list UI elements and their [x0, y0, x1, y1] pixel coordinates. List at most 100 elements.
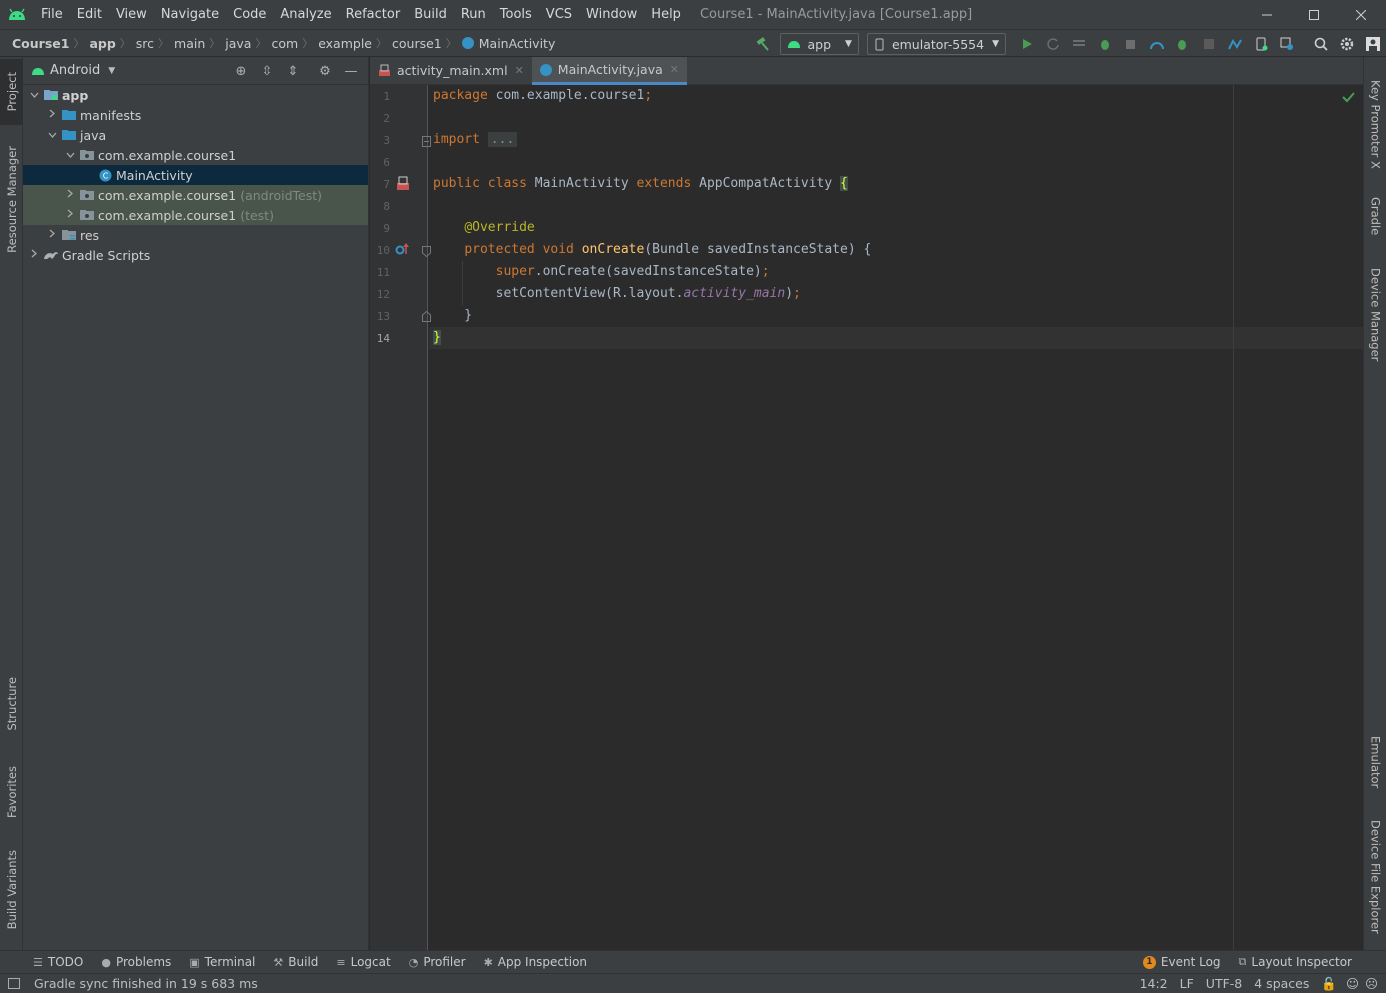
toggle-tool-windows-icon[interactable] [8, 978, 20, 989]
tool-logcat[interactable]: ≡ Logcat [327, 955, 399, 969]
menu-window[interactable]: Window [579, 0, 644, 29]
sync-gradle-icon[interactable] [1222, 30, 1248, 58]
breadcrumb-item[interactable]: com 〉 [271, 35, 318, 51]
hide-panel-icon[interactable]: — [338, 64, 364, 79]
override-method-icon[interactable] [395, 243, 411, 257]
tab-main-activity-java[interactable]: MainActivity.java ✕ [531, 57, 687, 85]
tool-event-log[interactable]: 1 Event Log [1134, 955, 1230, 969]
menu-help[interactable]: Help [644, 0, 688, 29]
indent-setting[interactable]: 4 spaces [1248, 976, 1315, 991]
no-problems-check-icon[interactable] [1342, 91, 1355, 103]
breadcrumb-item[interactable]: src 〉 [136, 35, 174, 51]
close-window-button[interactable] [1338, 0, 1384, 29]
run-icon[interactable] [1014, 30, 1040, 58]
menu-view[interactable]: View [109, 0, 154, 29]
sdk-manager-icon[interactable] [1274, 30, 1300, 58]
menu-code[interactable]: Code [226, 0, 273, 29]
chevron-down-icon[interactable] [27, 90, 41, 101]
attach-process-icon[interactable] [1170, 30, 1196, 58]
rerun-icon[interactable] [1040, 30, 1066, 58]
tree-item[interactable]: manifests [23, 105, 368, 125]
close-tab-icon[interactable]: ✕ [670, 63, 679, 76]
breadcrumb-item[interactable]: MainActivity [461, 36, 555, 51]
tool-build[interactable]: ⚒ Build [264, 955, 327, 969]
folded-imports[interactable]: ... [487, 132, 518, 147]
chevron-right-icon[interactable] [63, 189, 77, 201]
tree-item[interactable]: com.example.course1 (androidTest) [23, 185, 368, 205]
breadcrumb-item[interactable]: main 〉 [174, 35, 225, 51]
minimize-button[interactable] [1244, 0, 1290, 29]
search-icon[interactable] [1308, 30, 1334, 58]
tab-favorites[interactable]: Favorites [0, 757, 23, 827]
profile-icon[interactable] [1144, 30, 1170, 58]
tool-problems[interactable]: ● Problems [92, 955, 180, 969]
project-view-select[interactable]: Android [50, 63, 100, 78]
tab-build-variants[interactable]: Build Variants [0, 845, 23, 935]
breadcrumb-item[interactable]: java 〉 [225, 35, 271, 51]
chevron-down-icon[interactable] [63, 150, 77, 161]
status-message[interactable]: Gradle sync finished in 19 s 683 ms [28, 976, 264, 991]
menu-build[interactable]: Build [407, 0, 454, 29]
tree-item[interactable]: com.example.course1 (test) [23, 205, 368, 225]
locate-icon[interactable]: ⊕ [228, 64, 254, 79]
menu-navigate[interactable]: Navigate [154, 0, 226, 29]
breadcrumb-item[interactable]: Course1 〉 [12, 35, 89, 51]
tab-key-promoter-x[interactable]: Key Promoter X [1364, 67, 1386, 182]
tab-structure[interactable]: Structure [0, 669, 23, 739]
attach-debugger-icon[interactable] [1118, 30, 1144, 58]
tool-profiler[interactable]: ◔ Profiler [400, 955, 475, 969]
tree-item[interactable]: com.example.course1 [23, 145, 368, 165]
file-encoding[interactable]: UTF-8 [1200, 976, 1248, 991]
gear-icon[interactable] [1334, 30, 1360, 58]
tool-todo[interactable]: ☰ TODO [24, 955, 92, 969]
tool-terminal[interactable]: ▣ Terminal [180, 955, 264, 969]
menu-vcs[interactable]: VCS [539, 0, 579, 29]
expand-all-icon[interactable]: ⇳ [254, 64, 280, 79]
line-separator[interactable]: LF [1174, 976, 1200, 991]
tab-project[interactable]: Project [0, 59, 23, 125]
chevron-right-icon[interactable] [63, 209, 77, 221]
tool-app-inspection[interactable]: ✱ App Inspection [475, 955, 596, 969]
menu-tools[interactable]: Tools [493, 0, 539, 29]
chevron-right-icon[interactable] [45, 109, 59, 121]
tool-layout-inspector[interactable]: ⧉ Layout Inspector [1230, 955, 1386, 969]
tab-resource-manager[interactable]: Resource Manager [0, 137, 23, 262]
tree-item[interactable]: Gradle Scripts [23, 245, 368, 265]
tree-item[interactable]: app [23, 85, 368, 105]
feedback-icon[interactable]: ☹ [1362, 976, 1386, 991]
tree-item[interactable]: C MainActivity [23, 165, 368, 185]
tab-device-manager[interactable]: Device Manager [1364, 262, 1386, 367]
tab-emulator[interactable]: Emulator [1364, 729, 1386, 795]
breadcrumb-item[interactable]: example 〉 [318, 35, 392, 51]
chevron-down-icon[interactable]: ▼ [108, 66, 115, 76]
lock-icon[interactable]: 🔓 [1315, 976, 1343, 992]
menu-refactor[interactable]: Refactor [339, 0, 408, 29]
related-layout-icon[interactable] [395, 176, 411, 192]
avd-manager-icon[interactable] [1248, 30, 1274, 58]
close-tab-icon[interactable]: ✕ [515, 64, 524, 77]
code-editor[interactable]: package com.example.course1; import ... … [429, 85, 1363, 950]
hammer-icon[interactable] [750, 30, 776, 58]
collapse-all-icon[interactable]: ⇕ [280, 64, 306, 79]
menu-run[interactable]: Run [454, 0, 493, 29]
chevron-right-icon[interactable] [45, 229, 59, 241]
breadcrumb-item[interactable]: course1 〉 [392, 35, 462, 51]
apply-changes-icon[interactable] [1066, 30, 1092, 58]
chevron-down-icon[interactable] [45, 130, 59, 141]
menu-edit[interactable]: Edit [70, 0, 109, 29]
stop-icon[interactable] [1196, 30, 1222, 58]
tab-gradle[interactable]: Gradle [1364, 189, 1386, 244]
maximize-button[interactable] [1291, 0, 1337, 29]
breadcrumb-item[interactable]: app 〉 [89, 35, 135, 51]
device-select[interactable]: emulator-5554 ▼ [866, 33, 1006, 55]
run-config-select[interactable]: app ▼ [780, 33, 859, 55]
debug-icon[interactable] [1092, 30, 1118, 58]
tree-item[interactable]: java [23, 125, 368, 145]
tab-device-file-explorer[interactable]: Device File Explorer [1364, 817, 1386, 937]
account-icon[interactable] [1360, 30, 1386, 58]
menu-analyze[interactable]: Analyze [273, 0, 338, 29]
caret-position[interactable]: 14:2 [1134, 976, 1174, 991]
smiley-icon[interactable]: ☺ [1343, 976, 1362, 991]
gear-icon[interactable]: ⚙ [312, 64, 338, 79]
menu-file[interactable]: File [34, 0, 70, 29]
